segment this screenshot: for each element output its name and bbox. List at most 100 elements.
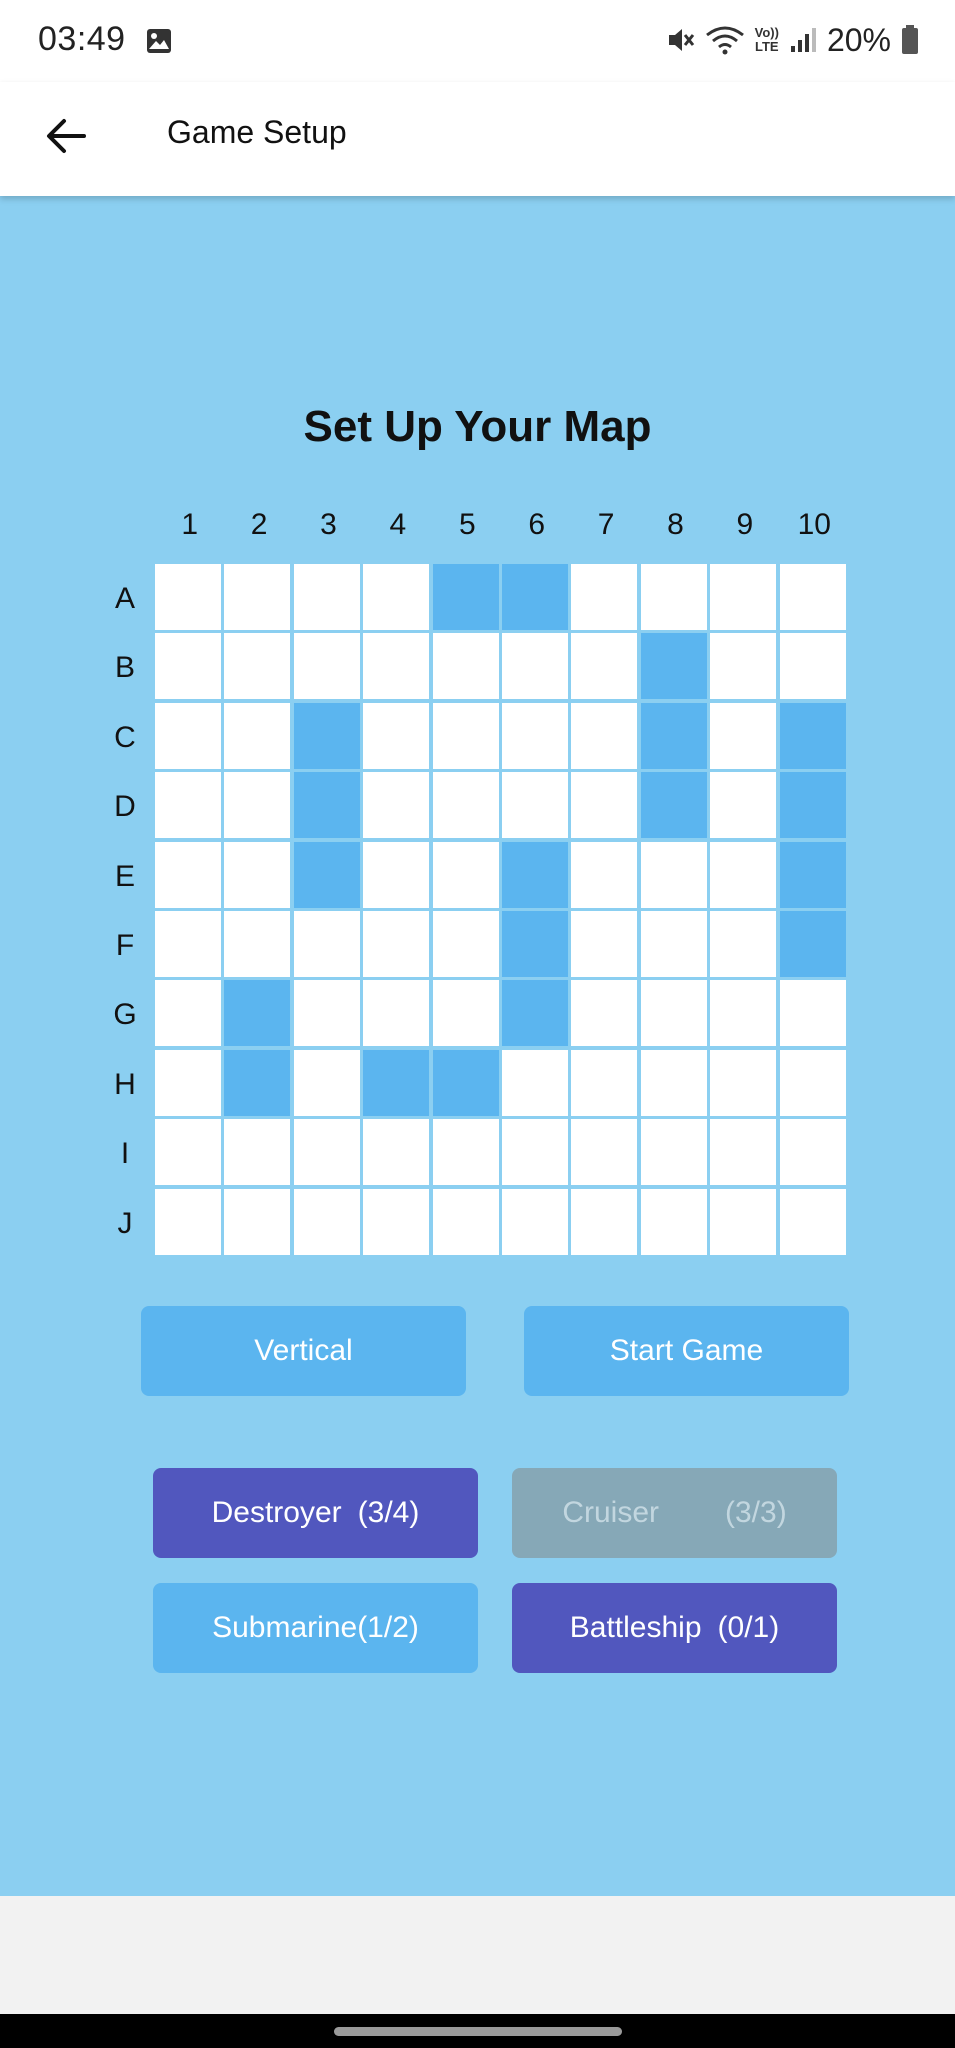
grid-cell[interactable] <box>293 633 360 700</box>
grid-cell[interactable] <box>710 911 777 977</box>
back-button[interactable] <box>34 104 98 168</box>
grid-cell[interactable] <box>640 1049 707 1116</box>
grid-cell[interactable] <box>293 564 360 630</box>
grid-cell-ship[interactable] <box>432 564 499 630</box>
grid-cell[interactable] <box>224 564 291 630</box>
grid-cell[interactable] <box>293 1188 360 1255</box>
grid-cell[interactable] <box>432 633 499 700</box>
grid-cell[interactable] <box>571 633 638 700</box>
submarine-button[interactable]: Submarine(1/2) <box>153 1583 478 1673</box>
grid-cell[interactable] <box>710 702 777 769</box>
grid-cell[interactable] <box>224 772 291 839</box>
grid-cell[interactable] <box>155 564 221 630</box>
grid-cell[interactable] <box>363 702 430 769</box>
grid-cell[interactable] <box>640 980 707 1047</box>
grid-cell[interactable] <box>571 1119 638 1186</box>
grid-cell-ship[interactable] <box>779 702 846 769</box>
grid-cell[interactable] <box>571 772 638 839</box>
grid-cell[interactable] <box>155 841 221 908</box>
grid-cell[interactable] <box>779 564 846 630</box>
grid-cell-ship[interactable] <box>502 841 568 908</box>
grid-cell-ship[interactable] <box>779 772 846 839</box>
destroyer-button[interactable]: Destroyer (3/4) <box>153 1468 478 1558</box>
grid-cell-ship[interactable] <box>779 841 846 908</box>
grid-cell[interactable] <box>640 841 707 908</box>
grid-cell[interactable] <box>155 980 221 1047</box>
grid-cell[interactable] <box>710 564 777 630</box>
grid-cell-ship[interactable] <box>224 1049 291 1116</box>
grid-cell[interactable] <box>710 633 777 700</box>
grid-cell-ship[interactable] <box>363 1049 430 1116</box>
battleship-button[interactable]: Battleship (0/1) <box>512 1583 837 1673</box>
grid-cell[interactable] <box>640 564 707 630</box>
grid-cell-ship[interactable] <box>502 564 568 630</box>
grid-cell-ship[interactable] <box>640 633 707 700</box>
grid-cell[interactable] <box>432 1188 499 1255</box>
grid-cell[interactable] <box>502 702 568 769</box>
grid-cell[interactable] <box>571 1188 638 1255</box>
grid-cell[interactable] <box>224 1119 291 1186</box>
grid-cell[interactable] <box>293 911 360 977</box>
grid-cell[interactable] <box>224 1188 291 1255</box>
grid-cell[interactable] <box>571 1049 638 1116</box>
grid-cell[interactable] <box>363 911 430 977</box>
grid-cell[interactable] <box>502 772 568 839</box>
grid-cell[interactable] <box>293 1049 360 1116</box>
grid-cell[interactable] <box>224 911 291 977</box>
grid-cell[interactable] <box>293 1119 360 1186</box>
grid-cell[interactable] <box>155 1049 221 1116</box>
grid-cell[interactable] <box>710 772 777 839</box>
grid-cell[interactable] <box>571 702 638 769</box>
grid-cell[interactable] <box>779 1188 846 1255</box>
grid-cell[interactable] <box>363 1119 430 1186</box>
grid-cell[interactable] <box>640 1188 707 1255</box>
grid-cell[interactable] <box>363 1188 430 1255</box>
grid-cell[interactable] <box>710 980 777 1047</box>
grid-cell[interactable] <box>363 980 430 1047</box>
grid-cell[interactable] <box>710 1049 777 1116</box>
grid-cell[interactable] <box>224 633 291 700</box>
grid-cell-ship[interactable] <box>640 772 707 839</box>
grid-cell-ship[interactable] <box>502 980 568 1047</box>
grid-cell[interactable] <box>779 633 846 700</box>
grid-cell[interactable] <box>432 702 499 769</box>
grid-cell[interactable] <box>224 841 291 908</box>
grid-cell[interactable] <box>432 980 499 1047</box>
grid-cell[interactable] <box>363 633 430 700</box>
grid-cell[interactable] <box>363 772 430 839</box>
grid-cell[interactable] <box>571 841 638 908</box>
grid-cell-ship[interactable] <box>432 1049 499 1116</box>
grid-cell[interactable] <box>224 702 291 769</box>
grid-cell[interactable] <box>779 980 846 1047</box>
home-handle[interactable] <box>334 2027 622 2036</box>
start-game-button[interactable]: Start Game <box>524 1306 849 1396</box>
grid-cell[interactable] <box>432 772 499 839</box>
grid-cell[interactable] <box>502 1119 568 1186</box>
grid-cell[interactable] <box>432 1119 499 1186</box>
grid-cell[interactable] <box>502 1188 568 1255</box>
grid-cell[interactable] <box>155 1188 221 1255</box>
grid-cell[interactable] <box>363 841 430 908</box>
grid-cell[interactable] <box>155 1119 221 1186</box>
grid-cell[interactable] <box>432 841 499 908</box>
grid-cell-ship[interactable] <box>293 772 360 839</box>
grid-cell[interactable] <box>363 564 430 630</box>
grid-cell[interactable] <box>710 1188 777 1255</box>
grid-cell[interactable] <box>293 980 360 1047</box>
grid-cell[interactable] <box>502 1049 568 1116</box>
grid-cell[interactable] <box>710 1119 777 1186</box>
grid-cell-ship[interactable] <box>293 702 360 769</box>
grid-cell[interactable] <box>779 1119 846 1186</box>
grid-cell-ship[interactable] <box>293 841 360 908</box>
grid-cell-ship[interactable] <box>502 911 568 977</box>
grid-cell[interactable] <box>432 911 499 977</box>
grid-cell[interactable] <box>155 772 221 839</box>
grid-cell-ship[interactable] <box>640 702 707 769</box>
grid-cell[interactable] <box>710 841 777 908</box>
orientation-button[interactable]: Vertical <box>141 1306 466 1396</box>
grid-cell[interactable] <box>155 702 221 769</box>
grid-cell-ship[interactable] <box>224 980 291 1047</box>
grid-cell[interactable] <box>502 633 568 700</box>
grid-cell-ship[interactable] <box>779 911 846 977</box>
grid-cell[interactable] <box>571 980 638 1047</box>
